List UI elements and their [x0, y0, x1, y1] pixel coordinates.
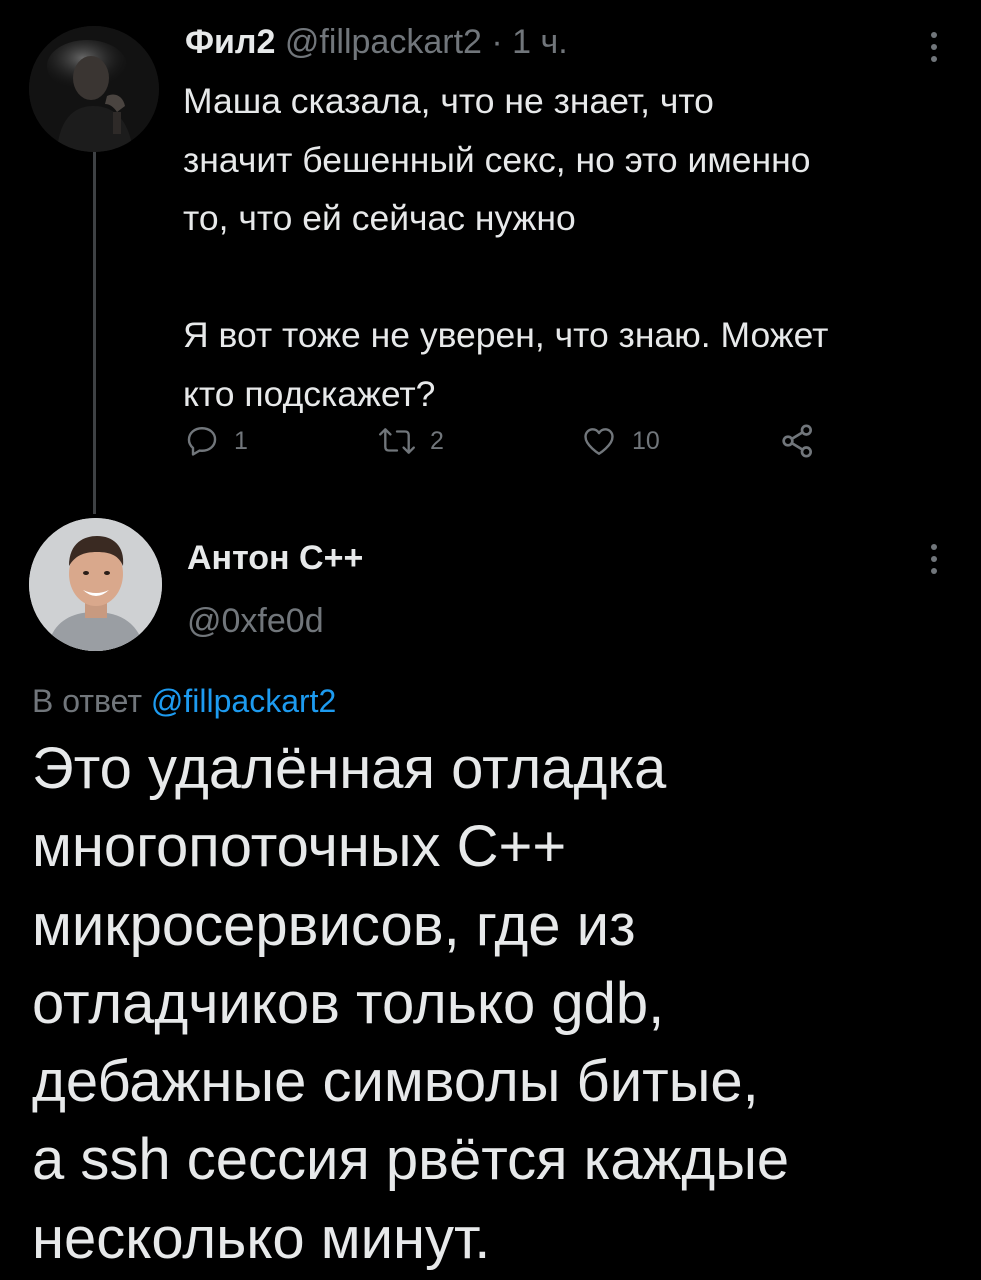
- avatar-photo-smoking-person: [29, 26, 159, 152]
- avatar[interactable]: [29, 26, 159, 152]
- share-icon: [782, 424, 812, 458]
- avatar[interactable]: [29, 518, 162, 651]
- retweet-icon: [379, 428, 415, 454]
- author-handle[interactable]: @0xfe0d: [187, 599, 324, 643]
- tweet-timestamp[interactable]: 1 ч.: [512, 23, 568, 61]
- meta-separator: ·: [491, 23, 503, 61]
- reply-count: 1: [234, 426, 248, 455]
- reply-prefix: В ответ: [32, 683, 151, 719]
- reply-icon: [187, 427, 217, 456]
- retweet-count: 2: [430, 426, 444, 455]
- like-button[interactable]: 10: [580, 418, 660, 464]
- reply-context: В ответ @fillpackart2: [32, 680, 336, 722]
- reply-button[interactable]: 1: [184, 418, 248, 464]
- author-name[interactable]: Фил2: [185, 23, 275, 61]
- tweet-text: Это удалённая отладка многопоточных С++ …: [32, 736, 790, 1271]
- author-handle[interactable]: @fillpackart2: [285, 23, 482, 61]
- like-icon: [584, 428, 614, 455]
- author-name[interactable]: Антон С++: [187, 536, 363, 580]
- reply-mention-link[interactable]: @fillpackart2: [151, 683, 336, 719]
- like-count: 10: [632, 426, 660, 455]
- share-button[interactable]: [778, 418, 818, 464]
- tweet-header: Фил2 @fillpackart2 · 1 ч.: [185, 20, 568, 64]
- thread-connector-line: [93, 152, 96, 514]
- more-vertical-icon[interactable]: [929, 544, 939, 580]
- tweet-text: Маша сказала, что не знает, что значит б…: [183, 81, 829, 414]
- retweet-button[interactable]: 2: [378, 418, 444, 464]
- more-vertical-icon[interactable]: [929, 32, 939, 68]
- avatar-photo-smiling-man: [29, 518, 162, 651]
